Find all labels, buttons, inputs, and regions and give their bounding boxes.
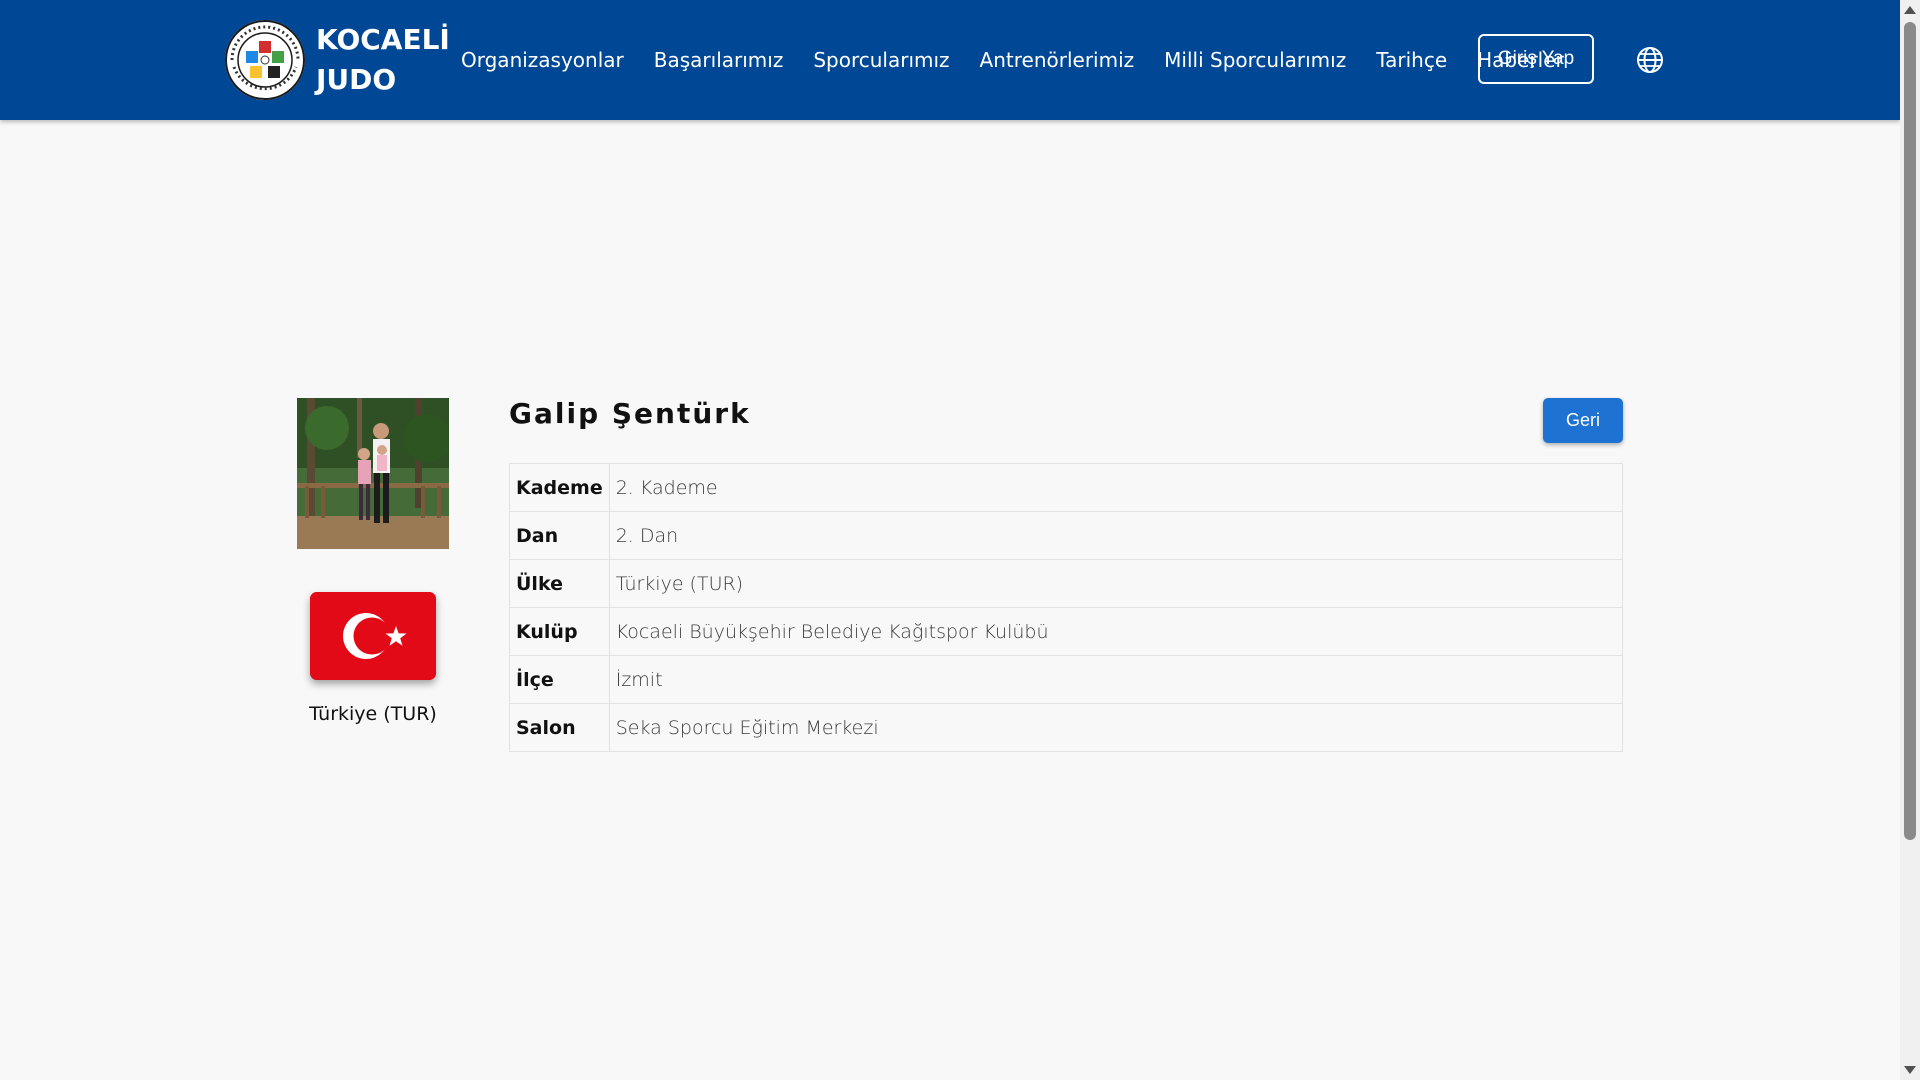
brand-line-1: KOCAELİ (316, 23, 450, 56)
nav-link-sporcularimiz[interactable]: Sporcularımız (813, 48, 949, 72)
table-row: Ülke Türkiye (TUR) (509, 559, 1624, 608)
scroll-down-arrow-icon[interactable] (1904, 1066, 1916, 1074)
scrollbar-thumb[interactable] (1904, 22, 1916, 840)
detail-key: Kademe (509, 463, 610, 512)
table-row: Kademe 2. Kademe (509, 463, 1624, 512)
brand-home-link[interactable]: KOCAELİ JUDO (224, 18, 450, 102)
ijf-logo-icon (225, 20, 305, 100)
back-button[interactable]: Geri (1543, 398, 1623, 443)
detail-key: Salon (509, 703, 610, 752)
scroll-up-arrow-icon[interactable] (1904, 6, 1916, 14)
table-row: İlçe İzmit (509, 655, 1624, 704)
detail-key: Kulüp (509, 607, 610, 656)
table-row: Kulüp Kocaeli Büyükşehir Belediye Kağıts… (509, 607, 1624, 656)
main-nav: Organizasyonlar Başarılarımız Sporcuları… (461, 0, 1594, 120)
turkey-flag-icon (310, 592, 436, 680)
detail-value: 2. Kademe (608, 463, 1624, 512)
athlete-photo-image (297, 398, 449, 549)
globe-icon[interactable] (1636, 46, 1664, 74)
detail-value: 2. Dan (608, 511, 1624, 560)
nav-link-antrenorlerimiz[interactable]: Antrenörlerimiz (980, 48, 1135, 72)
brand-line-2: JUDO (316, 63, 397, 96)
login-button[interactable]: Giriş Yap (1478, 34, 1594, 84)
detail-value: Seka Sporcu Eğitim Merkezi (608, 703, 1624, 752)
nav-link-tarihce[interactable]: Tarihçe (1376, 48, 1447, 72)
nav-link-basarilarimiz[interactable]: Başarılarımız (654, 48, 784, 72)
table-row: Dan 2. Dan (509, 511, 1624, 560)
athlete-photo (297, 398, 449, 549)
brand-text: KOCAELİ JUDO (316, 20, 450, 100)
detail-value: İzmit (608, 655, 1624, 704)
nav-link-organizasyonlar[interactable]: Organizasyonlar (461, 48, 624, 72)
nav-link-milli-sporcularimiz[interactable]: Milli Sporcularımız (1164, 48, 1346, 72)
athlete-details-table: Kademe 2. Kademe Dan 2. Dan Ülke Türkiye… (509, 463, 1624, 752)
detail-key: Ülke (509, 559, 610, 608)
navbar: KOCAELİ JUDO Organizasyonlar Başarılarım… (0, 0, 1900, 120)
detail-value: Türkiye (TUR) (608, 559, 1624, 608)
athlete-name: Galip Şentürk (509, 397, 751, 430)
vertical-scrollbar[interactable] (1900, 0, 1920, 1080)
crescent-star-icon (310, 592, 436, 680)
detail-key: İlçe (509, 655, 610, 704)
detail-key: Dan (509, 511, 610, 560)
detail-value: Kocaeli Büyükşehir Belediye Kağıtspor Ku… (608, 607, 1624, 656)
table-row: Salon Seka Sporcu Eğitim Merkezi (509, 703, 1624, 752)
country-caption: Türkiye (TUR) (309, 703, 437, 725)
